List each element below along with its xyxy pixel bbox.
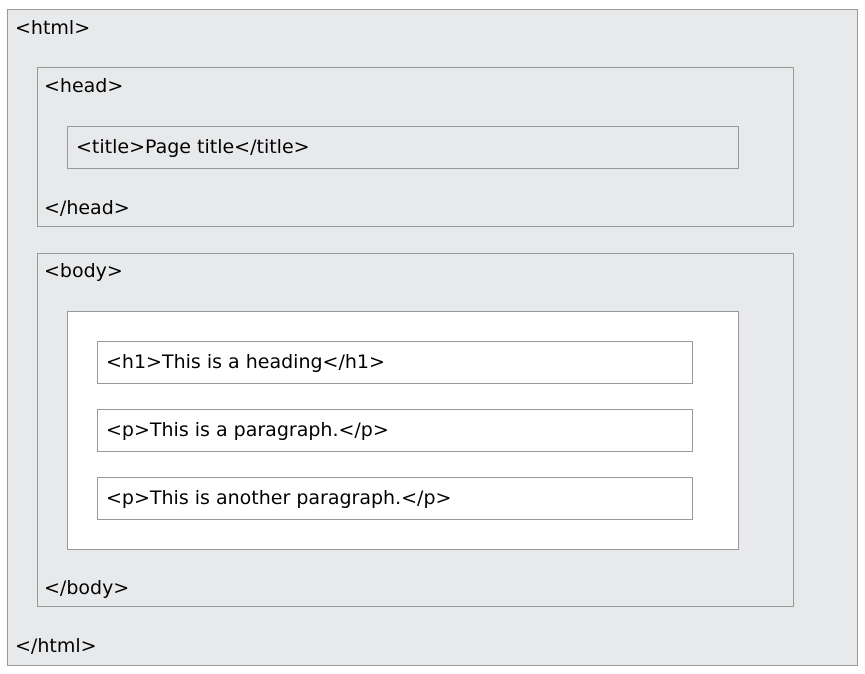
body-close-tag: </body>: [44, 577, 130, 599]
body-element-box: <body> <h1>This is a heading</h1> <p>Thi…: [37, 253, 794, 607]
head-open-tag: <head>: [44, 75, 124, 97]
html-element-box: <html> <head> <title>Page title</title> …: [7, 9, 858, 666]
p1-element-text: <p>This is a paragraph.</p>: [106, 419, 389, 441]
p1-element-box: <p>This is a paragraph.</p>: [97, 409, 693, 452]
p2-element-box: <p>This is another paragraph.</p>: [97, 477, 693, 520]
p2-element-text: <p>This is another paragraph.</p>: [106, 487, 452, 509]
title-element-box: <title>Page title</title>: [67, 126, 739, 169]
html-open-tag: <html>: [15, 17, 91, 39]
h1-element-text: <h1>This is a heading</h1>: [106, 351, 385, 373]
head-element-box: <head> <title>Page title</title> </head>: [37, 67, 794, 227]
head-close-tag: </head>: [44, 197, 130, 219]
title-element-text: <title>Page title</title>: [76, 136, 310, 158]
h1-element-box: <h1>This is a heading</h1>: [97, 341, 693, 384]
body-open-tag: <body>: [44, 260, 123, 282]
html-close-tag: </html>: [15, 635, 97, 657]
body-content-area: <h1>This is a heading</h1> <p>This is a …: [67, 311, 739, 550]
